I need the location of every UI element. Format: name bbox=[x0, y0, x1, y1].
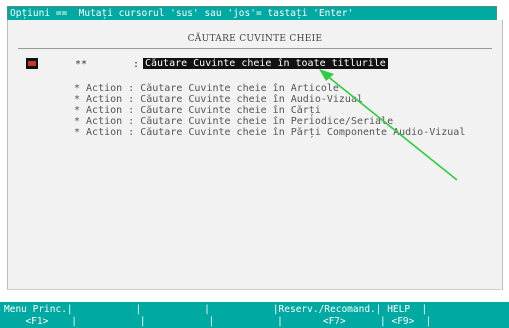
menu-option-av-components[interactable]: * Action : Căutare Cuvinte cheie în Părț… bbox=[74, 127, 465, 138]
title-divider bbox=[18, 48, 492, 49]
terminal-screen: Opțiuni == Mutați cursorul 'sus' sau 'jo… bbox=[0, 0, 509, 328]
page-title: CĂUTARE CUVINTE CHEIE bbox=[187, 34, 323, 44]
menu-option-articles[interactable]: * Action : Căutare Cuvinte cheie în Arti… bbox=[74, 83, 339, 94]
instruction-text: Opțiuni == Mutați cursorul 'sus' sau 'jo… bbox=[10, 8, 354, 19]
menu-option-audio-visual[interactable]: * Action : Căutare Cuvinte cheie în Audi… bbox=[74, 94, 363, 105]
function-key-bar: Menu Princ.| | | |Reserv./Recomand.| HEL… bbox=[0, 302, 509, 328]
selected-colon: : bbox=[133, 59, 140, 70]
selection-cursor bbox=[26, 58, 38, 69]
bottom-divider bbox=[7, 289, 501, 290]
function-key-codes[interactable]: <F1> | | | | <F7> | <F9> | bbox=[14, 316, 431, 327]
selected-marker: ** bbox=[75, 59, 88, 70]
function-key-labels[interactable]: Menu Princ.| | | |Reserv./Recomand.| HEL… bbox=[4, 304, 427, 315]
menu-option-books[interactable]: * Action : Căutare Cuvinte cheie în Cărț… bbox=[74, 105, 321, 116]
menu-option-periodicals[interactable]: * Action : Căutare Cuvinte cheie în Peri… bbox=[74, 116, 393, 127]
menu-option-all-titles[interactable]: Căutare Cuvinte cheie în toate titlurile bbox=[143, 58, 388, 69]
instruction-bar: Opțiuni == Mutați cursorul 'sus' sau 'jo… bbox=[7, 6, 497, 21]
main-panel: CĂUTARE CUVINTE CHEIE ** : Căutare Cuvin… bbox=[7, 20, 503, 290]
